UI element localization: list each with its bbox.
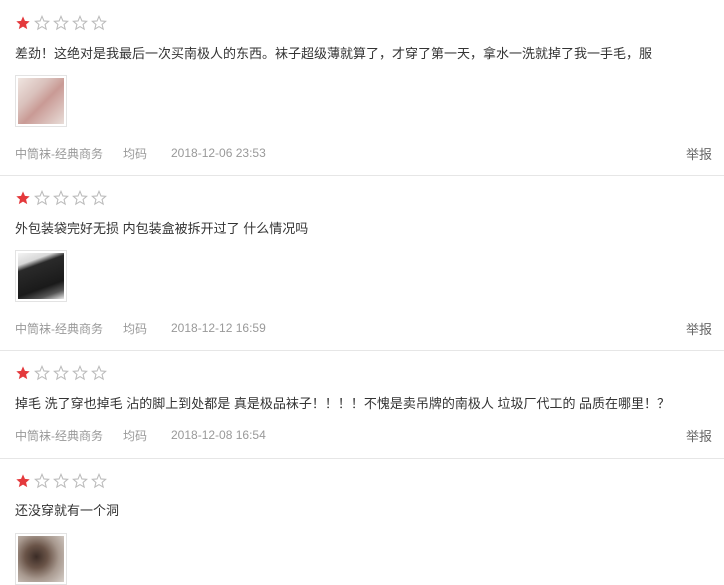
star-empty-icon	[53, 473, 69, 489]
review-meta: 中筒袜-经典商务 均码 2018-12-12 16:59 举报	[15, 319, 724, 337]
report-link[interactable]: 举报	[686, 319, 712, 338]
star-empty-icon	[91, 473, 107, 489]
review-date: 2018-12-06 23:53	[171, 146, 266, 160]
star-empty-icon	[72, 473, 88, 489]
review-date: 2018-12-12 16:59	[171, 321, 266, 335]
sock-hole-photo-image	[18, 536, 64, 582]
review-text: 差劲！这绝对是我最后一次买南极人的东西。袜子超级薄就算了，才穿了第一天，拿水一洗…	[15, 46, 653, 61]
review-list: 差劲！这绝对是我最后一次买南极人的东西。袜子超级薄就算了，才穿了第一天，拿水一洗…	[0, 0, 724, 585]
review-text: 外包装袋完好无损 内包装盒被拆开过了 什么情况吗	[15, 221, 309, 236]
report-link[interactable]: 举报	[686, 426, 712, 445]
star-filled-icon	[15, 365, 31, 381]
review-text: 还没穿就有一个洞	[15, 503, 120, 518]
product-variant: 中筒袜-经典商务	[15, 146, 103, 161]
review-photo-thumbnail[interactable]	[15, 533, 67, 585]
star-empty-icon	[91, 190, 107, 206]
star-rating	[15, 189, 110, 207]
star-empty-icon	[34, 473, 50, 489]
star-filled-icon	[15, 473, 31, 489]
star-empty-icon	[72, 15, 88, 31]
review-item: 差劲！这绝对是我最后一次买南极人的东西。袜子超级薄就算了，才穿了第一天，拿水一洗…	[0, 0, 724, 176]
star-empty-icon	[34, 15, 50, 31]
product-size: 均码	[123, 321, 148, 336]
product-size: 均码	[123, 146, 148, 161]
star-empty-icon	[53, 15, 69, 31]
star-empty-icon	[72, 365, 88, 381]
star-filled-icon	[15, 15, 31, 31]
star-empty-icon	[72, 190, 88, 206]
review-text: 掉毛 洗了穿也掉毛 沾的脚上到处都是 真是极品袜子！！！！不愧是卖吊牌的南极人 …	[15, 396, 671, 411]
box-photo-image	[18, 253, 64, 299]
product-variant: 中筒袜-经典商务	[15, 428, 103, 443]
review-item: 还没穿就有一个洞	[0, 459, 724, 585]
star-empty-icon	[53, 365, 69, 381]
review-date: 2018-12-08 16:54	[171, 428, 266, 442]
review-item: 掉毛 洗了穿也掉毛 沾的脚上到处都是 真是极品袜子！！！！不愧是卖吊牌的南极人 …	[0, 351, 724, 459]
star-empty-icon	[34, 190, 50, 206]
star-rating	[15, 364, 110, 382]
review-meta: 中筒袜-经典商务 均码 2018-12-06 23:53 举报	[15, 144, 724, 162]
review-photo-thumbnail[interactable]	[15, 75, 67, 127]
product-variant: 中筒袜-经典商务	[15, 321, 103, 336]
star-rating	[15, 472, 110, 490]
hand-photo-image	[18, 78, 64, 124]
review-item: 外包装袋完好无损 内包装盒被拆开过了 什么情况吗 中筒袜-经典商务 均码 201…	[0, 176, 724, 351]
review-photo-thumbnail[interactable]	[15, 250, 67, 302]
star-empty-icon	[53, 190, 69, 206]
star-filled-icon	[15, 190, 31, 206]
product-size: 均码	[123, 428, 148, 443]
review-meta: 中筒袜-经典商务 均码 2018-12-08 16:54 举报	[15, 426, 724, 444]
star-empty-icon	[91, 365, 107, 381]
star-empty-icon	[91, 15, 107, 31]
star-rating	[15, 14, 110, 32]
report-link[interactable]: 举报	[686, 144, 712, 163]
star-empty-icon	[34, 365, 50, 381]
